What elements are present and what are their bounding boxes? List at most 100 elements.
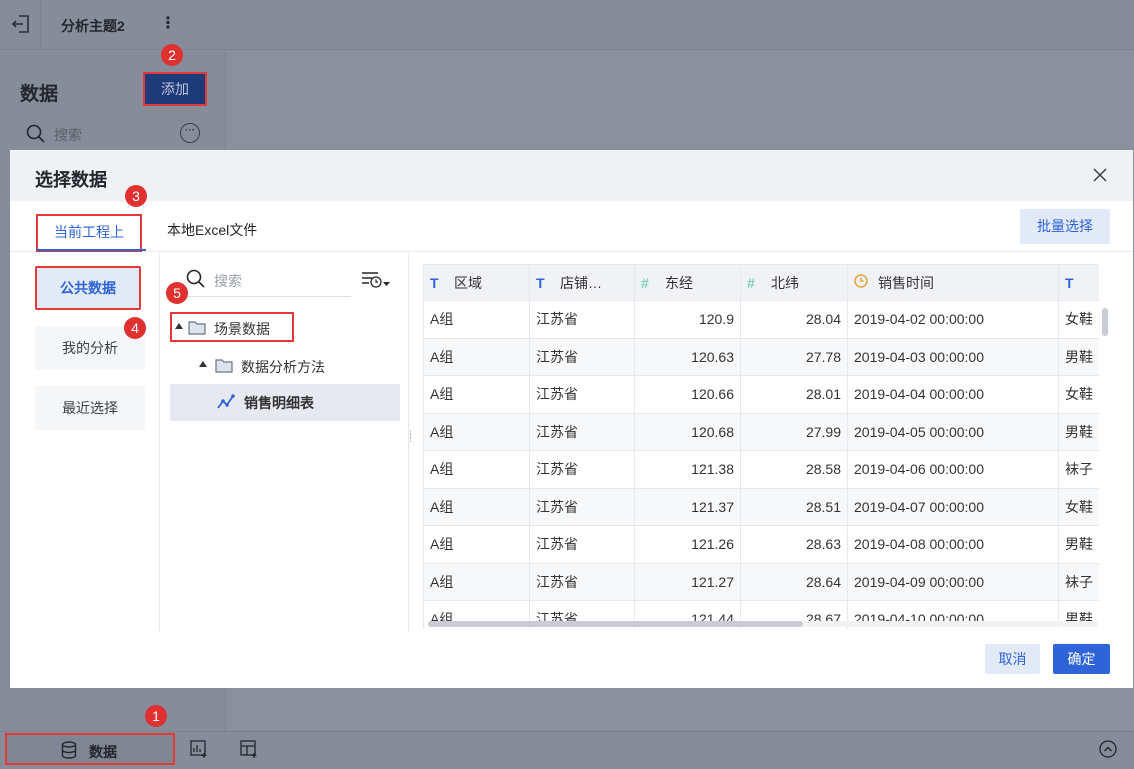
collapse-triangle-icon[interactable] <box>175 323 183 329</box>
more-options-icon[interactable]: ··· <box>180 123 200 143</box>
add-button[interactable]: 添加 <box>143 72 207 106</box>
step-badge-3: 3 <box>125 185 147 207</box>
text-type-icon: T <box>1065 274 1074 291</box>
table-cell: 江苏省 <box>529 375 635 414</box>
table-cell: 2019-04-02 00:00:00 <box>847 300 1059 339</box>
data-preview-table: T 区域 T 店铺… # 东经 # 北纬 销售时间 T A组 江苏省 120.9 28.04 2… <box>423 264 1099 629</box>
folder-icon <box>215 359 233 373</box>
table-row[interactable]: A组 江苏省 121.38 28.58 2019-04-06 00:00:00 袜子 <box>423 450 1099 489</box>
table-cell: 2019-04-06 00:00:00 <box>847 450 1059 489</box>
horizontal-scrollbar[interactable] <box>428 621 1098 627</box>
tree-folder-scene-data[interactable]: 场景数据 <box>170 312 294 342</box>
dialog-title: 选择数据 <box>35 170 107 190</box>
tree-node-label: 数据分析方法 <box>241 359 325 375</box>
table-cell: 江苏省 <box>529 337 635 376</box>
column-header[interactable]: # 北纬 <box>740 264 848 301</box>
confirm-button[interactable]: 确定 <box>1053 644 1110 674</box>
resize-handle[interactable]: ⋮ ⋮ <box>406 430 415 448</box>
table-cell: 男鞋 <box>1058 525 1099 564</box>
dialog-header: 选择数据 <box>10 150 1133 201</box>
sort-icon[interactable] <box>361 269 391 291</box>
tree-item-sales-detail[interactable]: 销售明细表 <box>170 384 400 421</box>
more-menu-icon[interactable]: ⋮ <box>160 13 176 33</box>
active-tab-underline <box>36 249 146 251</box>
table-cell: A组 <box>423 412 530 451</box>
column-header[interactable]: T 区域 <box>423 264 530 301</box>
table-cell: 28.04 <box>740 300 848 339</box>
cancel-button[interactable]: 取消 <box>985 644 1040 674</box>
table-cell: 121.38 <box>634 450 741 489</box>
add-dashboard-icon[interactable] <box>240 740 258 758</box>
line-chart-icon <box>217 394 235 409</box>
column-header[interactable]: # 东经 <box>634 264 741 301</box>
column-header[interactable]: 销售时间 <box>847 264 1059 301</box>
table-row[interactable]: A组 江苏省 120.9 28.04 2019-04-02 00:00:00 女鞋 <box>423 300 1099 339</box>
tree-node-label: 销售明细表 <box>244 395 314 411</box>
tree-search-placeholder: 搜索 <box>214 273 242 289</box>
select-data-dialog: 选择数据 当前工程上 本地Excel文件 批量选择 公共数据 我的分析 最近选择… <box>10 150 1133 688</box>
number-type-icon: # <box>747 274 755 291</box>
exit-icon[interactable] <box>11 14 30 34</box>
table-cell: 2019-04-08 00:00:00 <box>847 525 1059 564</box>
table-row[interactable]: A组 江苏省 120.68 27.99 2019-04-05 00:00:00 男鞋 <box>423 412 1099 451</box>
table-cell: 江苏省 <box>529 412 635 451</box>
table-cell: 121.27 <box>634 562 741 601</box>
table-cell: 2019-04-03 00:00:00 <box>847 337 1059 376</box>
folder-icon <box>188 321 206 335</box>
table-row[interactable]: A组 江苏省 120.66 28.01 2019-04-04 00:00:00 女鞋 <box>423 375 1099 414</box>
table-cell: 120.9 <box>634 300 741 339</box>
table-cell: A组 <box>423 487 530 526</box>
table-cell: 120.66 <box>634 375 741 414</box>
column-label: 北纬 <box>771 274 799 291</box>
column-header[interactable]: T 店铺… <box>529 264 635 301</box>
table-cell: 男鞋 <box>1058 412 1099 451</box>
data-tab[interactable]: 数据 <box>5 733 175 765</box>
table-cell: 27.99 <box>740 412 848 451</box>
tab-local-excel[interactable]: 本地Excel文件 <box>167 220 257 240</box>
tree-node-label: 场景数据 <box>214 321 270 337</box>
step-badge-2: 2 <box>161 44 183 66</box>
table-cell: 28.01 <box>740 375 848 414</box>
table-cell: 121.26 <box>634 525 741 564</box>
table-cell: 2019-04-04 00:00:00 <box>847 375 1059 414</box>
column-label: 店铺… <box>560 274 602 291</box>
bottom-bar: 数据 <box>0 731 1134 769</box>
table-cell: 江苏省 <box>529 562 635 601</box>
table-cell: A组 <box>423 525 530 564</box>
table-cell: 江苏省 <box>529 300 635 339</box>
collapse-triangle-icon[interactable] <box>199 361 207 367</box>
add-component-icon[interactable] <box>190 740 208 758</box>
batch-select-button[interactable]: 批量选择 <box>1020 209 1110 244</box>
column-header[interactable]: T <box>1058 264 1099 301</box>
top-bar: 分析主题2 ⋮ <box>0 0 1134 50</box>
table-cell: A组 <box>423 300 530 339</box>
table-row[interactable]: A组 江苏省 120.63 27.78 2019-04-03 00:00:00 男鞋 <box>423 337 1099 376</box>
category-sidebar: 公共数据 我的分析 最近选择 <box>10 253 160 631</box>
table-row[interactable]: A组 江苏省 121.26 28.63 2019-04-08 00:00:00 男鞋 <box>423 525 1099 564</box>
vertical-scrollbar[interactable] <box>1102 308 1108 336</box>
column-label: 销售时间 <box>878 274 934 291</box>
table-cell: 121.37 <box>634 487 741 526</box>
table-cell: A组 <box>423 450 530 489</box>
chevron-up-icon[interactable] <box>1099 740 1117 758</box>
table-cell: 2019-04-09 00:00:00 <box>847 562 1059 601</box>
search-placeholder: 搜索 <box>54 127 82 143</box>
sidebar-item-public-data[interactable]: 公共数据 <box>35 266 141 310</box>
column-label: 区域 <box>454 274 482 291</box>
table-cell: 女鞋 <box>1058 375 1099 414</box>
table-row[interactable]: A组 江苏省 121.27 28.64 2019-04-09 00:00:00 袜子 <box>423 562 1099 601</box>
scrollbar-thumb[interactable] <box>428 621 803 627</box>
sidebar-item-recent[interactable]: 最近选择 <box>35 386 145 430</box>
topbar-divider <box>40 0 41 50</box>
tab-current-project[interactable]: 当前工程上 <box>36 214 142 252</box>
table-cell: 女鞋 <box>1058 300 1099 339</box>
table-cell: 28.64 <box>740 562 848 601</box>
close-icon[interactable] <box>1092 167 1108 183</box>
table-row[interactable]: A组 江苏省 121.37 28.51 2019-04-07 00:00:00 女鞋 <box>423 487 1099 526</box>
tree-folder-analysis-methods[interactable]: 数据分析方法 <box>199 352 399 382</box>
tree-search-input[interactable]: 搜索 <box>186 269 351 297</box>
table-cell: 男鞋 <box>1058 337 1099 376</box>
panel-search[interactable]: 搜索 ··· <box>26 123 200 147</box>
table-cell: A组 <box>423 337 530 376</box>
table-cell: 袜子 <box>1058 450 1099 489</box>
